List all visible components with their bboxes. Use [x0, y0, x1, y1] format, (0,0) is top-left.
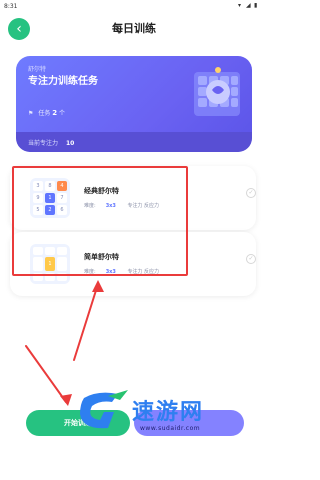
highlight-box	[12, 166, 188, 276]
signal-icon: ◢	[246, 2, 251, 9]
brain-puzzle-icon	[194, 67, 240, 116]
focus-bar: 当前专注力 10	[16, 132, 252, 152]
select-check-icon[interactable]: ✓	[246, 254, 256, 264]
status-bar: 8:31 ▾ ◢ ▮	[0, 0, 268, 12]
select-check-icon[interactable]: ✓	[246, 188, 256, 198]
watermark-url: www.sudaidr.com	[140, 425, 201, 432]
home-indicator	[0, 466, 268, 480]
wifi-icon: ▾	[238, 2, 242, 9]
status-time: 8:31	[4, 3, 18, 10]
task-count: ⚑ 任务 2 个	[28, 109, 66, 117]
card-title: 专注力训练任务	[28, 76, 98, 87]
task-card: 舒尔特 专注力训练任务 ⚑ 任务 2 个 当前专注力 10	[16, 56, 252, 152]
page-title: 每日训练	[112, 22, 156, 35]
watermark-logo	[80, 390, 128, 429]
watermark-brand: 速游网	[132, 400, 205, 425]
battery-icon: ▮	[254, 2, 258, 9]
status-icons: ▾ ◢ ▮	[234, 2, 264, 10]
current-focus: 当前专注力 10	[28, 140, 75, 147]
flag-icon: ⚑	[28, 110, 34, 117]
